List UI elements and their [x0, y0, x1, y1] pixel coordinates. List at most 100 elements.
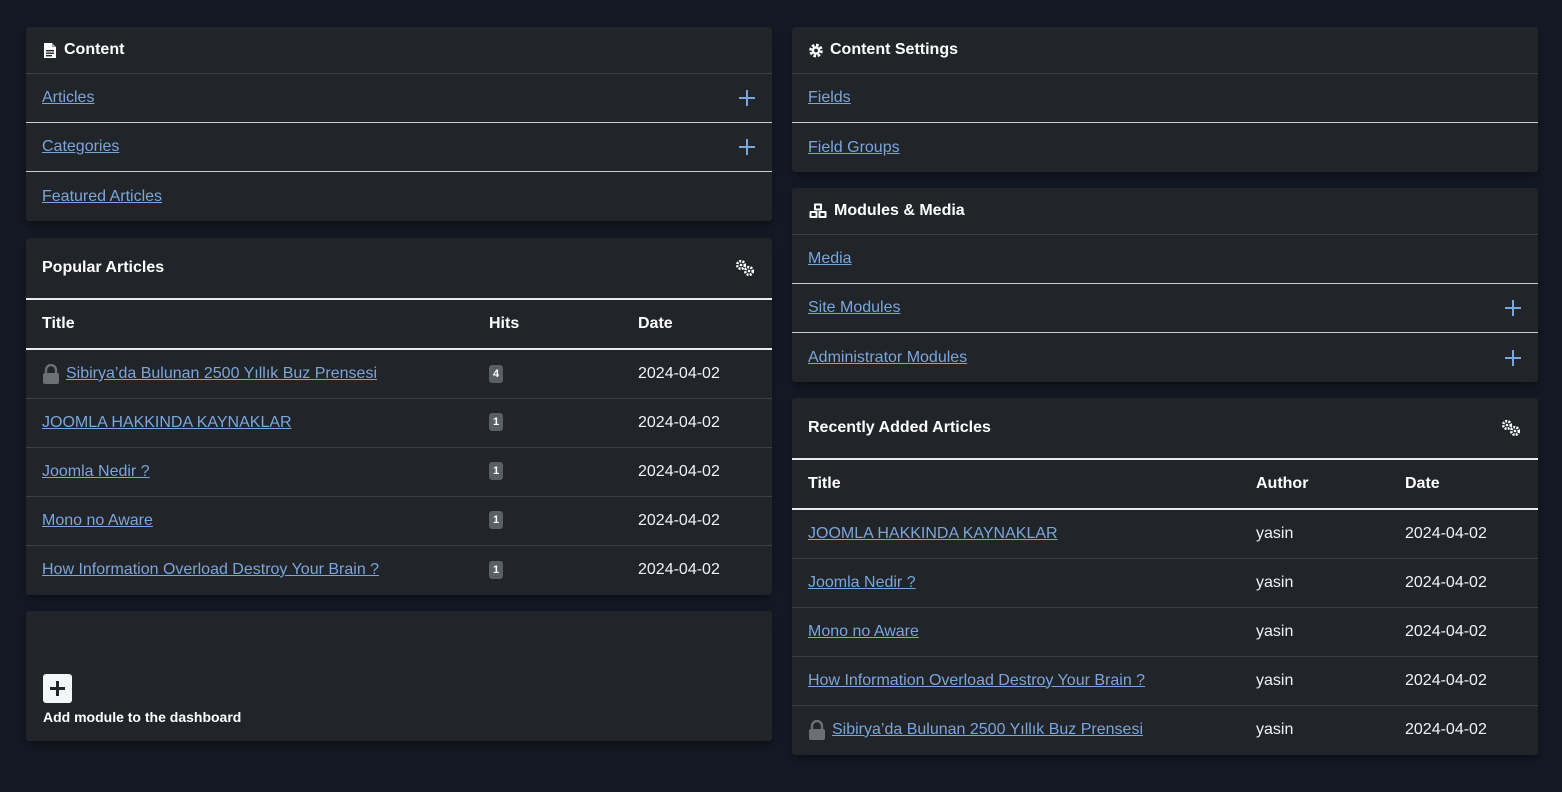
- content-card-title: Content: [64, 41, 125, 58]
- author-cell: yasin: [1240, 558, 1389, 608]
- table-row: Joomla Nedir ? yasin 2024-04-02: [792, 558, 1538, 608]
- date-cell: 2024-04-02: [622, 398, 772, 448]
- date-cell: 2024-04-02: [1389, 656, 1538, 706]
- author-cell: yasin: [1240, 509, 1389, 559]
- title-cell: Sibirya’da Bulunan 2500 Yıllık Buz Prens…: [26, 349, 473, 399]
- date-cell: 2024-04-02: [1389, 558, 1538, 608]
- modules-media-card: Modules & Media Media Site Modules Admin…: [792, 188, 1538, 382]
- date-cell: 2024-04-02: [622, 447, 772, 497]
- column-title: Title: [26, 300, 473, 350]
- media-link[interactable]: Media: [808, 250, 852, 268]
- table-header-row: Title Hits Date: [26, 300, 772, 350]
- title-cell: How Information Overload Destroy Your Br…: [792, 656, 1240, 706]
- title-cell: Mono no Aware: [792, 607, 1240, 657]
- content-settings-header: Content Settings: [792, 27, 1538, 74]
- date-cell: 2024-04-02: [622, 349, 772, 399]
- table-row: Joomla Nedir ? 1 2024-04-02: [26, 447, 772, 497]
- article-link[interactable]: JOOMLA HAKKINDA KAYNAKLAR: [808, 525, 1058, 542]
- add-module-plus-icon[interactable]: [43, 674, 72, 703]
- administrator-modules-link[interactable]: Administrator Modules: [808, 349, 967, 367]
- menu-row-administrator-modules: Administrator Modules: [792, 333, 1538, 382]
- article-link[interactable]: Sibirya’da Bulunan 2500 Yıllık Buz Prens…: [832, 721, 1143, 738]
- hits-badge: 4: [489, 364, 504, 383]
- add-article-plus-icon[interactable]: [738, 89, 756, 107]
- title-cell: Sibirya’da Bulunan 2500 Yıllık Buz Prens…: [792, 705, 1240, 754]
- article-link[interactable]: JOOMLA HAKKINDA KAYNAKLAR: [42, 414, 292, 431]
- add-administrator-module-plus-icon[interactable]: [1504, 349, 1522, 367]
- title-cell: Joomla Nedir ?: [792, 558, 1240, 608]
- date-cell: 2024-04-02: [1389, 607, 1538, 657]
- article-link[interactable]: Joomla Nedir ?: [808, 574, 916, 591]
- popular-articles-title: Popular Articles: [42, 259, 165, 276]
- hits-cell: 1: [473, 447, 622, 497]
- article-link[interactable]: Joomla Nedir ?: [42, 463, 150, 480]
- hits-cell: 1: [473, 496, 622, 546]
- title-cell: Mono no Aware: [26, 496, 473, 546]
- recent-articles-table: Title Author Date JOOMLA HAKKINDA KAYNAK…: [792, 460, 1538, 754]
- table-row: Sibirya’da Bulunan 2500 Yıllık Buz Prens…: [792, 705, 1538, 754]
- content-settings-card: Content Settings Fields Field Groups: [792, 27, 1538, 172]
- article-link[interactable]: Mono no Aware: [808, 623, 919, 640]
- article-link[interactable]: Sibirya’da Bulunan 2500 Yıllık Buz Prens…: [66, 365, 377, 382]
- article-link[interactable]: How Information Overload Destroy Your Br…: [42, 561, 379, 578]
- lock-icon: [42, 363, 60, 384]
- hits-badge: 1: [489, 462, 504, 481]
- hits-badge: 1: [489, 413, 504, 432]
- gear-icon: [808, 42, 824, 58]
- hits-badge: 1: [489, 560, 504, 579]
- date-cell: 2024-04-02: [1405, 720, 1487, 738]
- menu-row-field-groups: Field Groups: [792, 123, 1538, 172]
- column-author: Author: [1240, 460, 1389, 510]
- title-cell: Joomla Nedir ?: [26, 447, 473, 497]
- recent-articles-title: Recently Added Articles: [808, 419, 991, 436]
- popular-articles-table: Title Hits Date Sibirya’da Bulunan 2500 …: [26, 300, 772, 594]
- table-header-row: Title Author Date: [792, 460, 1538, 510]
- lock-icon: [808, 719, 826, 740]
- modules-media-header: Modules & Media: [792, 188, 1538, 235]
- table-row: Mono no Aware yasin 2024-04-02: [792, 607, 1538, 657]
- date-cell: 2024-04-02: [622, 496, 772, 546]
- featured-articles-link[interactable]: Featured Articles: [42, 188, 162, 206]
- content-settings-title: Content Settings: [830, 41, 958, 58]
- field-groups-link[interactable]: Field Groups: [808, 139, 900, 157]
- popular-articles-card: Popular Articles Title Hits Date Sibirya…: [26, 238, 772, 595]
- recent-articles-card: Recently Added Articles Title Author Dat…: [792, 398, 1538, 755]
- add-site-module-plus-icon[interactable]: [1504, 299, 1522, 317]
- hits-cell: 1: [473, 398, 622, 448]
- article-link[interactable]: Mono no Aware: [42, 512, 153, 529]
- date-cell: 2024-04-02: [638, 560, 720, 578]
- articles-link[interactable]: Articles: [42, 89, 94, 107]
- menu-row-categories: Categories: [26, 123, 772, 172]
- author-cell: yasin: [1240, 607, 1389, 657]
- column-title: Title: [792, 460, 1240, 510]
- title-cell: How Information Overload Destroy Your Br…: [26, 545, 473, 594]
- table-row: Sibirya’da Bulunan 2500 Yıllık Buz Prens…: [26, 349, 772, 399]
- title-cell: JOOMLA HAKKINDA KAYNAKLAR: [792, 509, 1240, 559]
- menu-row-fields: Fields: [792, 74, 1538, 123]
- menu-row-site-modules: Site Modules: [792, 284, 1538, 333]
- title-cell: JOOMLA HAKKINDA KAYNAKLAR: [26, 398, 473, 448]
- article-link[interactable]: How Information Overload Destroy Your Br…: [808, 672, 1145, 689]
- hits-cell: 4: [473, 349, 622, 399]
- hits-cell: 1: [473, 545, 622, 594]
- gears-icon[interactable]: [1500, 417, 1522, 439]
- add-module-section: Add module to the dashboard: [43, 674, 241, 725]
- site-modules-link[interactable]: Site Modules: [808, 299, 901, 317]
- content-card: Content Articles Categories Featured Art…: [26, 27, 772, 221]
- author-cell: yasin: [1256, 720, 1294, 738]
- column-hits: Hits: [473, 300, 622, 350]
- add-module-card: Add module to the dashboard: [26, 611, 772, 741]
- file-icon: [42, 42, 58, 58]
- add-module-label[interactable]: Add module to the dashboard: [43, 709, 241, 725]
- cubes-icon: [808, 203, 828, 219]
- categories-link[interactable]: Categories: [42, 138, 119, 156]
- gears-icon[interactable]: [734, 257, 756, 279]
- table-row: JOOMLA HAKKINDA KAYNAKLAR 1 2024-04-02: [26, 398, 772, 448]
- table-row: How Information Overload Destroy Your Br…: [26, 545, 772, 594]
- fields-link[interactable]: Fields: [808, 89, 851, 107]
- popular-articles-header: Popular Articles: [26, 238, 772, 300]
- menu-row-media: Media: [792, 235, 1538, 284]
- author-cell: yasin: [1240, 656, 1389, 706]
- content-card-header: Content: [26, 27, 772, 74]
- add-category-plus-icon[interactable]: [738, 138, 756, 156]
